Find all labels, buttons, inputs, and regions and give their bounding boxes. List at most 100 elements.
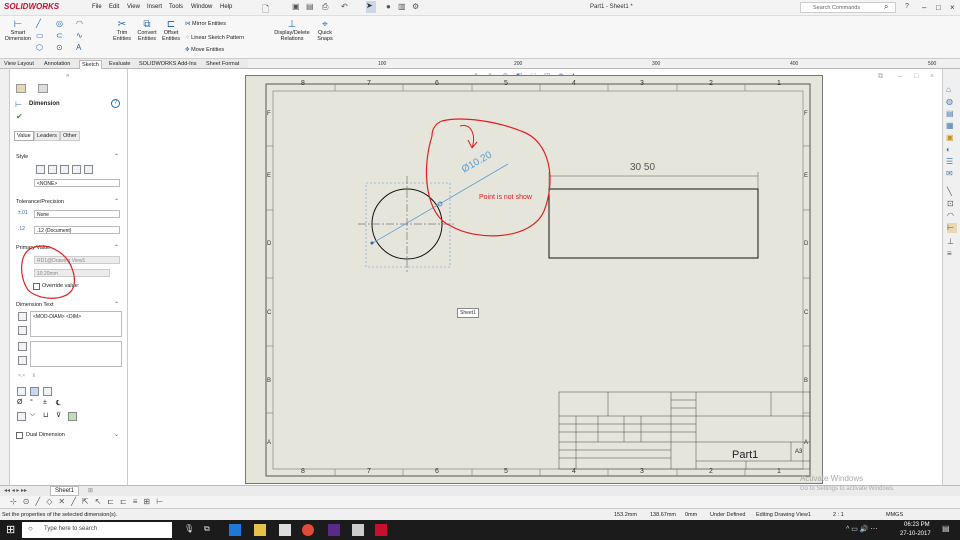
text-variable-icon[interactable]: ×.× [18,373,25,379]
more-tools-icon[interactable]: ≡ [947,249,952,258]
smart-tool-icon[interactable]: ⊥ [947,237,954,246]
collapse-chevron-icon[interactable]: ⌃ [114,244,119,251]
print-icon[interactable]: ⎙ [322,2,328,12]
status-units[interactable]: MMGS [886,512,903,518]
plus-minus-icon[interactable]: ± [43,399,47,406]
arc-tool-icon[interactable]: ◠ [947,211,954,220]
save-icon[interactable]: ▤ [306,2,314,11]
tray-icons[interactable]: ^ ▭ 🔊 ⋯ [846,525,877,533]
feature-tree-icon[interactable] [16,84,26,93]
menu-help[interactable]: Help [220,4,232,10]
arc-icon[interactable]: ◠ [76,19,83,28]
mirror-entities-button[interactable]: ⋈ Mirror Entities [185,21,226,27]
sheet-tab[interactable]: Sheet1 [50,486,80,496]
appearances-icon[interactable]: ◐ [946,145,951,154]
store-icon[interactable] [279,524,291,536]
drawing-sheet[interactable]: 8 7 6 5 4 3 2 1 8 7 6 5 4 3 2 1 F E D C … [245,75,823,484]
trim-entities-button[interactable]: ✂ Trim Entities [110,19,134,42]
collapse-chevron-icon[interactable]: ⌃ [114,301,119,308]
move-entities-button[interactable]: ✥ Move Entities [185,47,224,53]
close-view-icon[interactable]: × [930,73,934,80]
menu-view[interactable]: View [127,4,140,10]
task-view-icon[interactable]: ⧉ [204,524,210,534]
linear-sketch-pattern-button[interactable]: ⁘ Linear Sketch Pattern [185,35,244,41]
tab-add-ins[interactable]: SOLIDWORKS Add-Ins [137,60,198,68]
center-rect-icon[interactable]: ⊡ [947,199,954,208]
minimize-icon[interactable]: – [922,3,926,12]
search-commands-input[interactable]: Search Commands [800,2,896,13]
minimize-view-icon[interactable]: – [898,73,902,80]
line-icon[interactable]: ╱ [36,19,41,28]
ok-check-icon[interactable]: ✔ [16,112,23,121]
dimension-text-below[interactable] [30,341,122,367]
center-dimension-icon[interactable] [18,342,27,351]
calculator-icon[interactable] [352,524,364,536]
style-apply-icon[interactable] [36,165,45,174]
degree-symbol-icon[interactable]: ° [30,399,33,406]
menu-insert[interactable]: Insert [147,4,162,10]
style-load-icon[interactable] [84,165,93,174]
status-scale[interactable]: 2 : 1 [833,512,844,518]
custom-properties-icon[interactable]: ☰ [946,157,953,166]
text-sub-icon[interactable]: ⊻ [32,373,36,379]
inspection-icon[interactable] [18,356,27,365]
style-update-icon[interactable] [60,165,69,174]
dimension-tool-icon[interactable]: ⊢ [947,223,957,233]
add-sheet-icon[interactable]: ⊞ [88,487,93,494]
windows-start-icon[interactable]: ⊞ [6,523,15,536]
style-add-icon[interactable] [48,165,57,174]
text-icon[interactable]: A [76,43,81,52]
line-tool-icon[interactable]: ╲ [947,187,952,196]
menu-file[interactable]: File [92,4,102,10]
tab-sketch[interactable]: Sketch [79,60,102,69]
text-position-icon[interactable] [18,312,27,321]
clock-time[interactable]: 06:23 PM [904,522,930,528]
diameter-symbol-icon[interactable]: Ø [17,399,22,406]
circle-icon[interactable]: ◎ [56,19,63,28]
slot-icon[interactable]: ⊂ [56,31,63,40]
open-file-icon[interactable]: ▣ [292,2,300,11]
tab-annotation[interactable]: Annotation [42,60,72,68]
dimension-text-above[interactable]: <MOD-DIAM> <DIM> [30,311,122,337]
convert-entities-button[interactable]: ⧉ Convert Entities [135,19,159,42]
collapse-chevron-icon[interactable]: ⌃ [114,153,119,160]
menu-window[interactable]: Window [191,4,212,10]
justify-center-icon[interactable] [30,387,39,396]
quick-snaps-button[interactable]: ⌖ Quick Snaps [314,19,336,42]
smart-dimension-button[interactable]: ⊢ Smart Dimension [4,19,32,42]
depth-icon[interactable]: ⊽ [56,411,61,419]
countersink-icon[interactable]: ⌵ [30,411,35,419]
point-icon[interactable]: ⊙ [56,43,63,52]
offset-entities-button[interactable]: ⊏ Offset Entities [160,19,182,42]
polygon-icon[interactable]: ⬡ [36,43,43,52]
collapse-chevron-icon[interactable]: ⌃ [114,198,119,205]
close-icon[interactable]: × [950,3,955,12]
resources-icon[interactable]: ◍ [946,97,953,106]
taskbar-search-input[interactable]: ○ Type here to search [22,522,172,538]
file-explorer-taskbar-icon[interactable] [254,524,266,536]
centerline-symbol-icon[interactable]: ℄ [56,399,61,407]
view-palette-icon[interactable]: ▣ [946,133,954,142]
counterbore-icon[interactable]: ⊔ [43,411,48,419]
dual-dimension-checkbox[interactable] [16,432,23,439]
maximize-icon[interactable]: □ [936,3,941,12]
tab-nav-icons[interactable]: ◂◂ ◂ ▸ ▸▸ [4,487,27,494]
menu-edit[interactable]: Edit [109,4,119,10]
style-delete-icon[interactable] [72,165,81,174]
tab-evaluate[interactable]: Evaluate [107,60,132,68]
menu-tools[interactable]: Tools [169,4,183,10]
select-icon[interactable]: ➤ [366,1,376,13]
search-icon[interactable]: ⌕ [884,2,888,12]
expand-chevron-icon[interactable]: ⌄ [114,431,119,438]
tab-sheet-format[interactable]: Sheet Format [204,60,241,68]
notifications-icon[interactable]: ▤ [942,524,950,533]
square-symbol-icon[interactable] [17,412,26,421]
precision-select[interactable]: .12 (Document) [34,226,120,234]
help-icon[interactable]: ? [111,99,120,108]
justify-left-icon[interactable] [17,387,26,396]
display-delete-relations-button[interactable]: ⊥ Display/Delete Relations [274,19,310,42]
app-icon[interactable] [328,524,340,536]
property-manager-tab-icon[interactable] [38,84,48,93]
solidworks-taskbar-icon[interactable] [375,524,387,536]
add-parentheses-icon[interactable] [18,326,27,335]
